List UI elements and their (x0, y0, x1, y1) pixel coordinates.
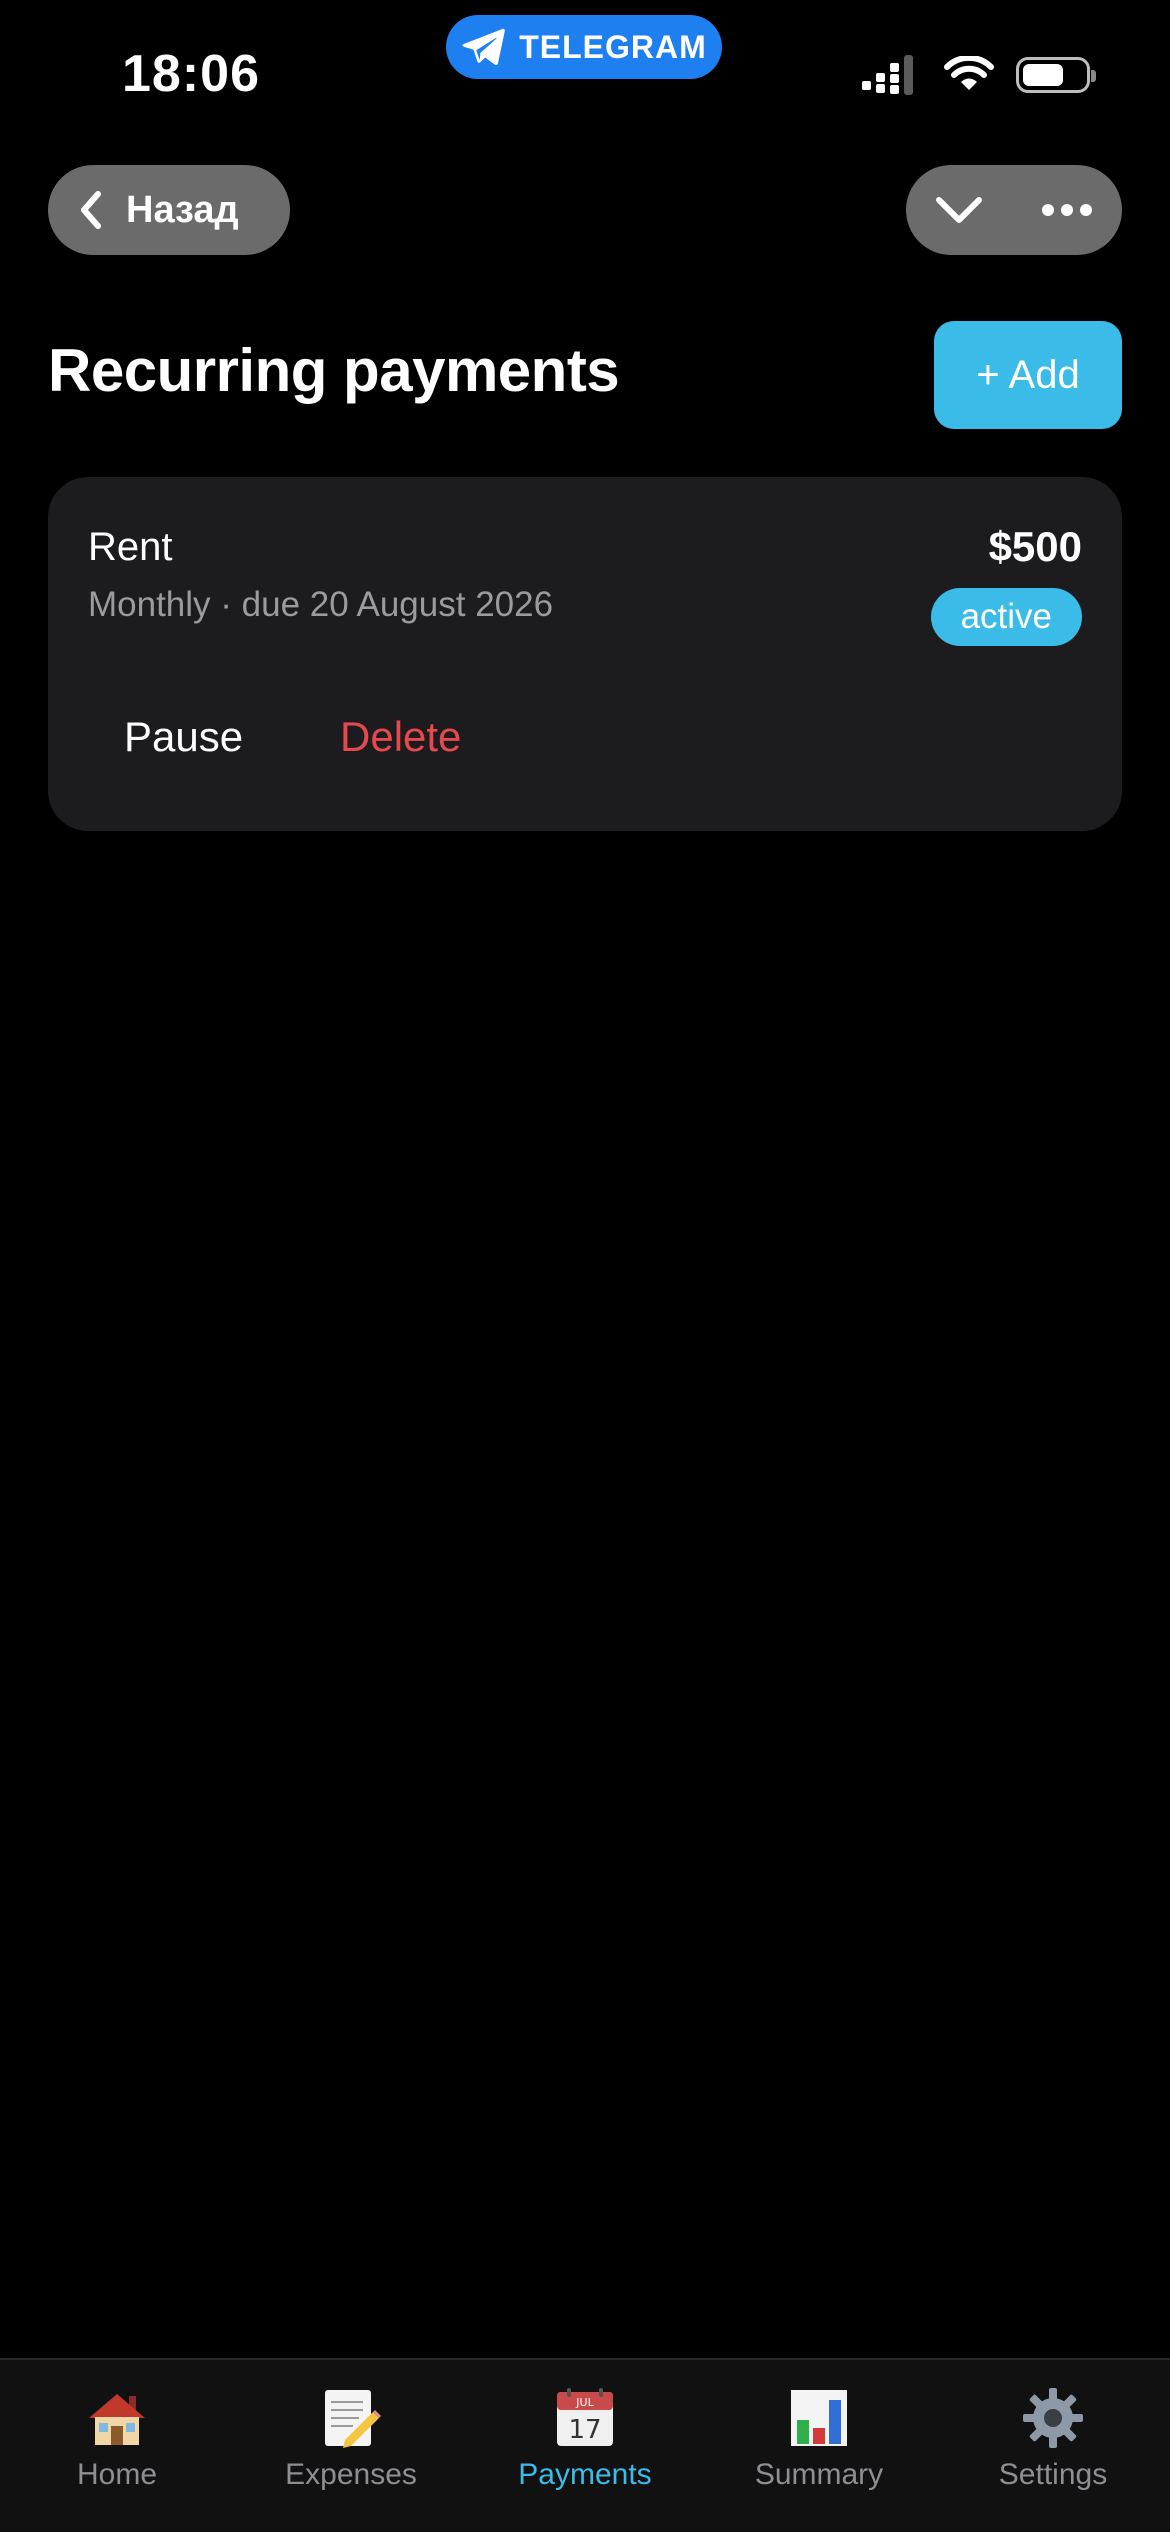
calendar-day: 17 (568, 2415, 601, 2445)
add-payment-button[interactable]: + Add (934, 321, 1122, 429)
payment-schedule: Monthly · due 20 August 2026 (88, 585, 554, 624)
telegram-label: TELEGRAM (519, 28, 707, 65)
status-icons (862, 52, 1096, 98)
tab-settings[interactable]: Settings (953, 2360, 1153, 2492)
more-icon[interactable] (1041, 203, 1093, 217)
bar-chart-icon (791, 2390, 847, 2446)
calendar-month: JUL (575, 2396, 594, 2409)
payment-card: Rent Monthly · due 20 August 2026 $500 a… (48, 477, 1122, 831)
tab-label: Payments (518, 2458, 652, 2491)
signal-icon (862, 55, 913, 95)
pause-button[interactable]: Pause (124, 713, 243, 761)
house-icon (89, 2394, 145, 2445)
tab-label: Expenses (285, 2458, 417, 2491)
calendar-icon: JUL 17 (557, 2388, 613, 2446)
tab-expenses[interactable]: Expenses (251, 2360, 451, 2492)
status-time: 18:06 (122, 45, 260, 103)
payment-name: Rent (88, 525, 173, 569)
chevron-left-icon (81, 191, 101, 229)
page-title: Recurring payments (48, 337, 620, 404)
screen: 18:06 TELEGRAM Назад Recurring payments … (0, 0, 1170, 2532)
battery-level (1023, 64, 1063, 86)
wifi-icon (944, 56, 994, 90)
gear-icon (1023, 2388, 1083, 2448)
tab-bar: Home Expenses JUL 17 Payments Summary Se… (0, 2358, 1170, 2532)
battery-icon (1016, 57, 1096, 93)
tab-payments[interactable]: JUL 17 Payments (485, 2360, 685, 2492)
status-badge: active (930, 588, 1082, 646)
chevron-down-icon[interactable] (935, 195, 983, 225)
tab-home[interactable]: Home (17, 2360, 217, 2492)
tab-summary[interactable]: Summary (719, 2360, 919, 2492)
back-label: Назад (126, 188, 239, 231)
payment-amount: $500 (988, 523, 1082, 570)
tab-label: Home (76, 2458, 158, 2491)
tab-label: Settings (998, 2458, 1108, 2491)
back-button[interactable]: Назад (48, 165, 290, 255)
delete-button[interactable]: Delete (340, 713, 461, 761)
telegram-pill[interactable]: TELEGRAM (446, 15, 722, 79)
memo-icon (325, 2390, 381, 2448)
nav-actions (906, 165, 1122, 255)
tab-label: Summary (754, 2458, 884, 2491)
telegram-icon (462, 28, 505, 65)
